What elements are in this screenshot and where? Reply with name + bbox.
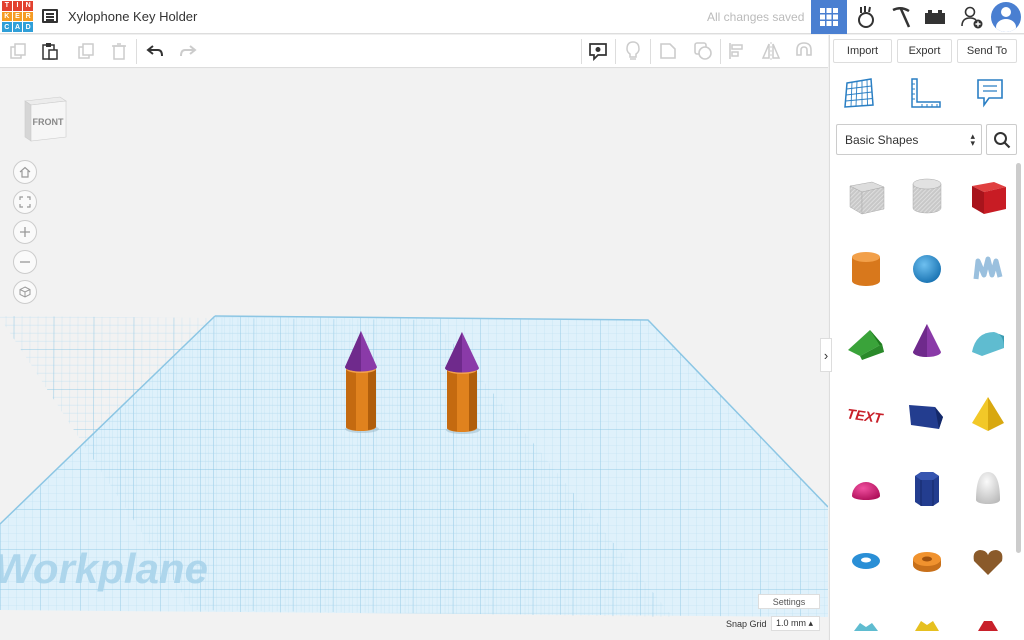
duplicate-icon[interactable]	[74, 39, 98, 63]
zoom-in-button[interactable]	[13, 220, 37, 244]
shape-star-partial[interactable]	[836, 601, 895, 631]
search-button[interactable]	[986, 124, 1017, 155]
tinkercad-logo[interactable]: TIN KER CAD	[2, 1, 33, 32]
shape-tube[interactable]	[897, 528, 956, 594]
shape-box-hole[interactable]	[836, 163, 895, 229]
snap-grid-select[interactable]: 1.0 mm ▴	[771, 616, 820, 631]
redo-icon[interactable]	[176, 39, 200, 63]
shape-library-scrollbar[interactable]	[1016, 163, 1021, 553]
shape-box[interactable]	[958, 163, 1017, 229]
save-status: All changes saved	[707, 10, 805, 24]
logo-letter: A	[12, 22, 23, 32]
light-icon[interactable]	[621, 39, 645, 63]
shape-pyramid[interactable]	[958, 382, 1017, 448]
viewcube-label: FRONT	[33, 117, 64, 127]
shape-text[interactable]: TEXT	[836, 382, 895, 448]
logo-letter: I	[12, 1, 23, 11]
shape-heart[interactable]	[958, 528, 1017, 594]
gallery-icon[interactable]	[849, 0, 883, 34]
logo-letter: T	[2, 1, 12, 11]
shape-cone[interactable]	[897, 309, 956, 375]
design-title[interactable]: Xylophone Key Holder	[68, 9, 197, 24]
notes-icon[interactable]	[586, 39, 610, 63]
minus-icon	[20, 261, 30, 263]
view-cube[interactable]: FRONT	[22, 93, 68, 143]
logo-letter: K	[2, 11, 12, 22]
magnet-icon[interactable]	[792, 39, 816, 63]
top-bar: TIN KER CAD Xylophone Key Holder All chang…	[0, 0, 1024, 34]
notes-panel-icon[interactable]	[975, 77, 1009, 111]
select-arrows-icon: ▴ ▾	[970, 131, 975, 148]
shape-category-label: Basic Shapes	[845, 132, 919, 147]
logo-letter: D	[23, 22, 33, 32]
shape-gem-partial[interactable]	[958, 601, 1017, 631]
search-icon	[993, 131, 1010, 148]
export-button[interactable]: Export	[897, 39, 952, 63]
send-to-button[interactable]: Send To	[957, 39, 1017, 63]
home-view-button[interactable]	[13, 160, 37, 184]
shape-roof[interactable]	[836, 309, 895, 375]
workplane-canvas[interactable]: Workplane	[0, 69, 828, 640]
shape-wedge[interactable]	[897, 382, 956, 448]
workplane-grid-icon[interactable]	[843, 77, 877, 111]
align-icon[interactable]	[725, 39, 749, 63]
import-button[interactable]: Import	[833, 39, 892, 63]
shape-scribble[interactable]	[958, 236, 1017, 302]
shape-cylinder-hole[interactable]	[897, 163, 956, 229]
logo-letter: R	[23, 11, 33, 22]
zoom-out-button[interactable]	[13, 250, 37, 274]
edit-toolbar	[0, 35, 828, 68]
shape-category-select[interactable]: Basic Shapes ▴ ▾	[836, 124, 982, 155]
svg-text:TEXT: TEXT	[845, 405, 884, 426]
delete-icon[interactable]	[107, 39, 131, 63]
copy-icon[interactable]	[6, 39, 30, 63]
cube-icon	[19, 286, 31, 298]
design-list-icon[interactable]	[42, 9, 58, 23]
3d-viewport[interactable]: Workplane FRONT Settings Snap Grid 1.0 m…	[0, 69, 828, 640]
logo-letter: E	[12, 11, 23, 22]
pickaxe-icon[interactable]	[884, 0, 918, 34]
paste-icon[interactable]	[38, 39, 62, 63]
mirror-icon[interactable]	[759, 39, 783, 63]
logo-letter: N	[23, 1, 33, 11]
grid-view-icon[interactable]	[811, 0, 847, 34]
shape-half-sphere[interactable]	[836, 455, 895, 521]
add-user-icon[interactable]	[955, 0, 989, 34]
group-icon[interactable]	[691, 39, 715, 63]
workplane-label: Workplane	[0, 545, 208, 592]
shape-cylinder[interactable]	[836, 236, 895, 302]
panel-collapse-toggle[interactable]: ›	[820, 338, 832, 372]
undo-icon[interactable]	[143, 39, 167, 63]
shape-tool-icon[interactable]	[656, 39, 680, 63]
shape-sphere[interactable]	[897, 236, 956, 302]
shape-star-gold-partial[interactable]	[897, 601, 956, 631]
shape-round-roof[interactable]	[958, 309, 1017, 375]
logo-letter: C	[2, 22, 12, 32]
chevron-right-icon: ›	[823, 347, 829, 363]
ruler-icon[interactable]	[908, 77, 942, 111]
shape-polygon[interactable]	[897, 455, 956, 521]
bricks-icon[interactable]	[918, 0, 952, 34]
home-icon	[19, 166, 31, 178]
settings-button[interactable]: Settings	[758, 594, 820, 609]
right-panel: Import Export Send To Basic Shapes ▴ ▾ T…	[829, 35, 1024, 640]
fit-icon	[19, 196, 31, 208]
fit-view-button[interactable]	[13, 190, 37, 214]
avatar[interactable]	[991, 2, 1021, 32]
snap-grid-label: Snap Grid	[726, 619, 767, 629]
perspective-button[interactable]	[13, 280, 37, 304]
shape-paraboloid[interactable]	[958, 455, 1017, 521]
shape-torus[interactable]	[836, 528, 895, 594]
plus-icon	[20, 227, 30, 237]
